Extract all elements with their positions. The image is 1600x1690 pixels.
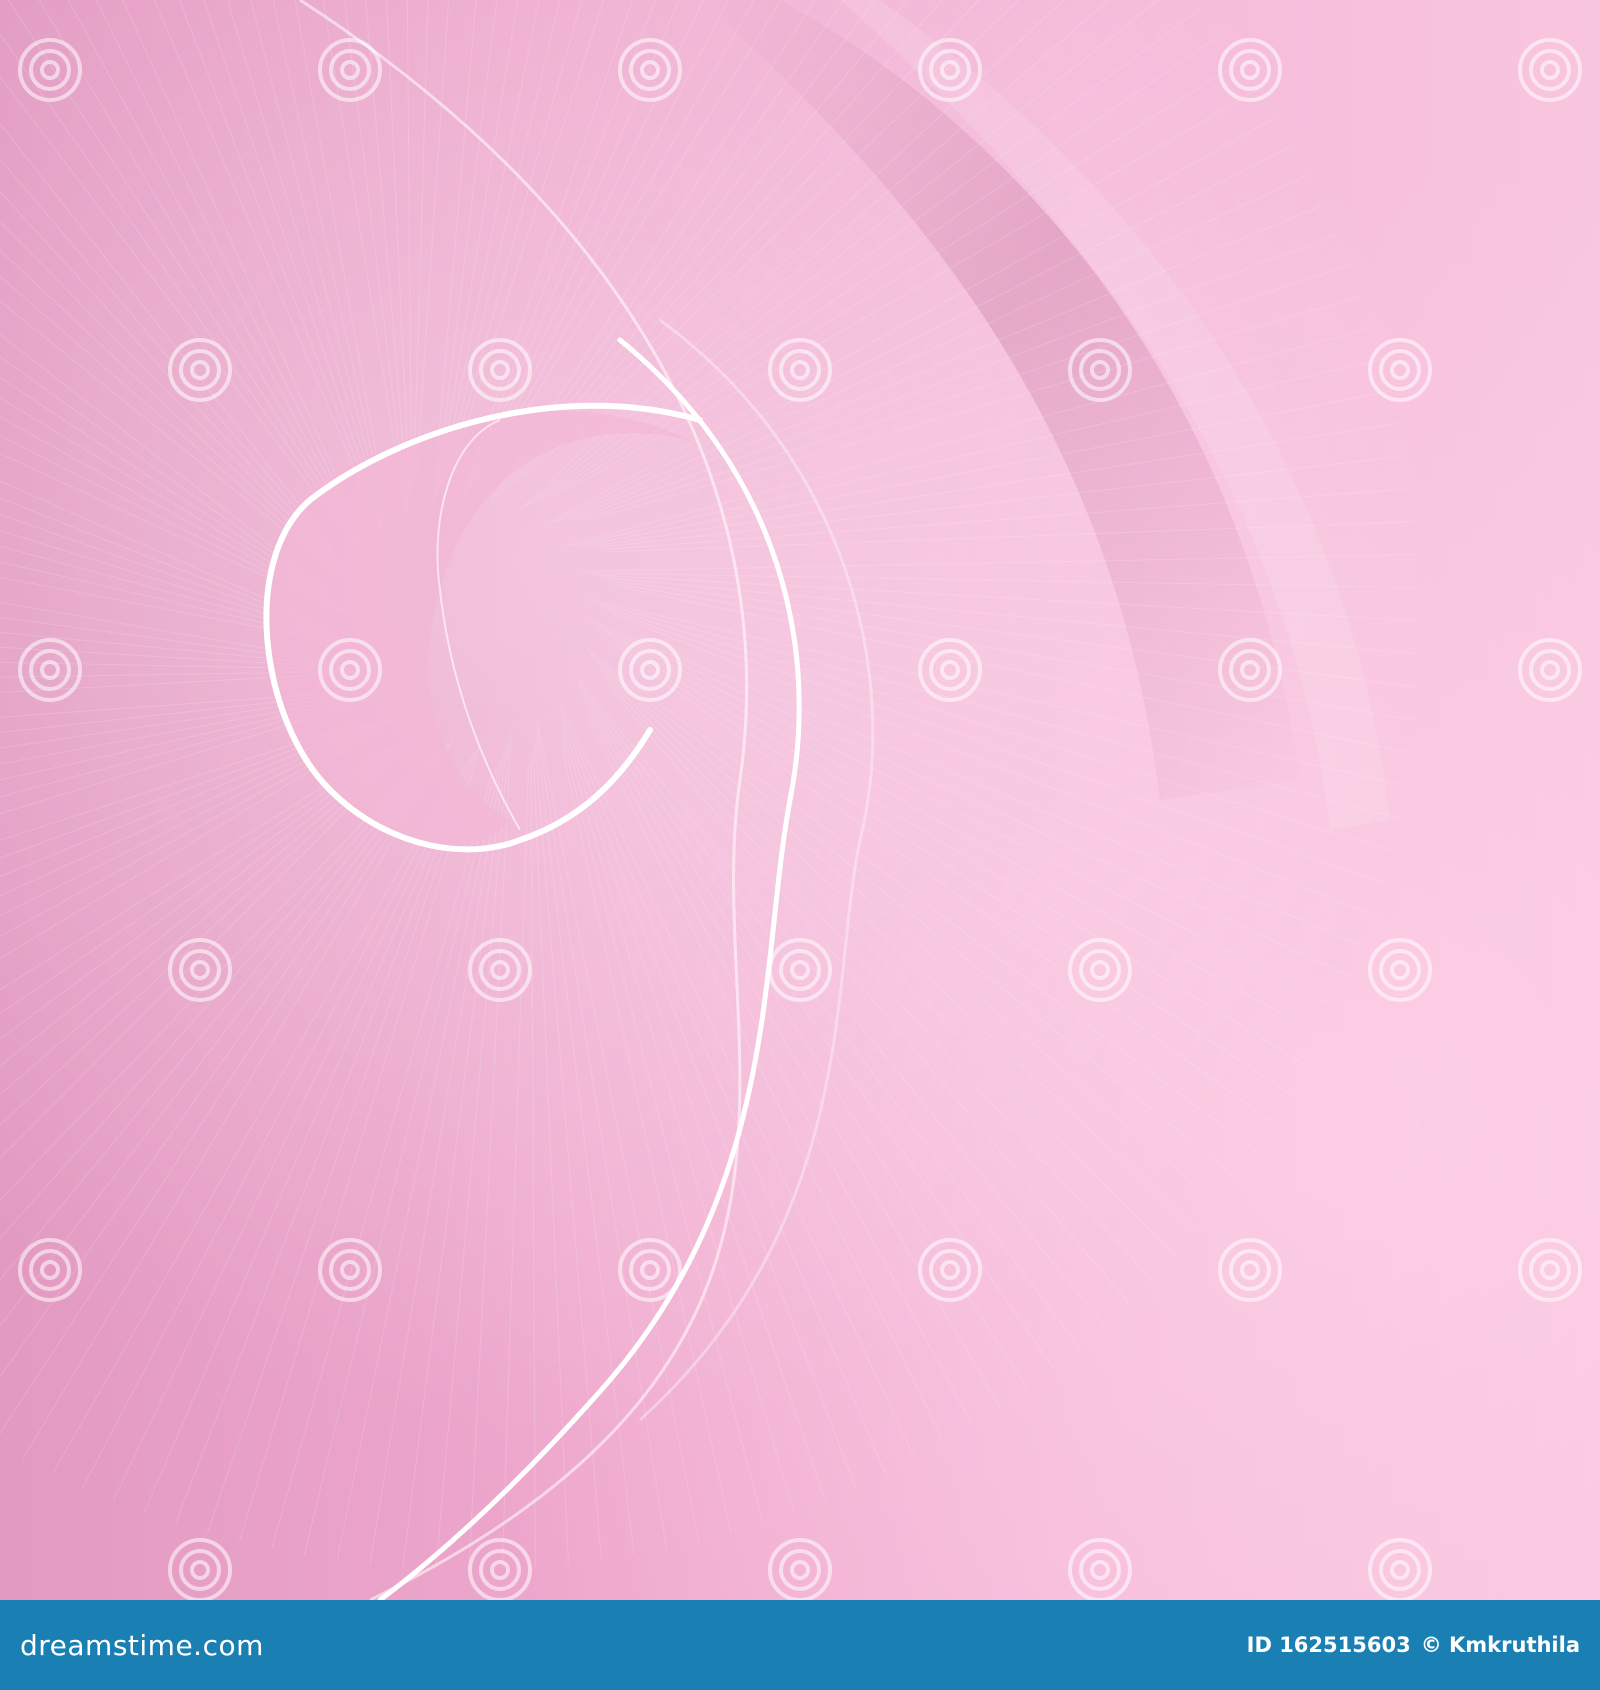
footer-bar: dreamstime.com ID 162515603 © Kmkruthila [0, 1600, 1600, 1690]
author-credit: © Kmkruthila [1420, 1633, 1580, 1657]
footer-meta: ID 162515603 © Kmkruthila [1247, 1633, 1580, 1657]
footer-brand: dreamstime.com [20, 1628, 264, 1662]
abstract-spiral-artwork [0, 0, 1600, 1600]
center-glow [0, 0, 1600, 1600]
image-id: ID 162515603 [1246, 1633, 1411, 1657]
